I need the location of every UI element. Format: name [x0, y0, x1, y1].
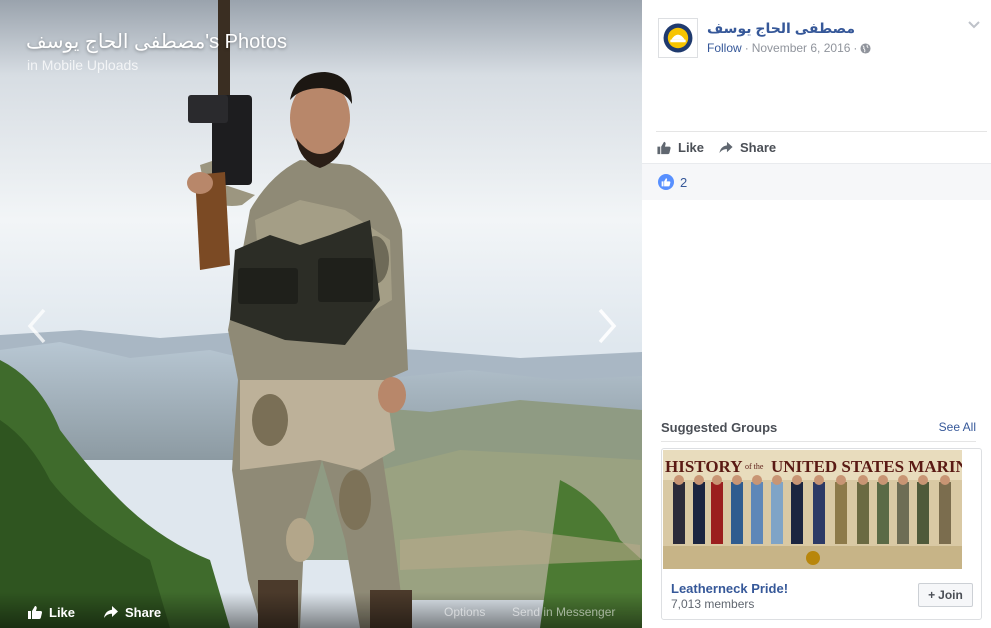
previous-photo-button[interactable]	[22, 306, 52, 346]
send-in-messenger-link[interactable]: Send in Messenger	[512, 605, 615, 619]
globe-icon[interactable]	[860, 42, 871, 54]
like-reaction-icon	[658, 174, 674, 190]
post-like-label: Like	[678, 140, 705, 155]
follow-link[interactable]: Follow	[707, 41, 742, 55]
group-cover-art: HISTORY of the UNITED STATES MARIN	[663, 450, 962, 569]
photo-title-suffix: 's Photos	[205, 31, 287, 53]
join-label: Join	[938, 588, 963, 602]
thumbs-up-icon	[28, 606, 43, 619]
post-share-label: Share	[740, 140, 777, 155]
suggested-group-card: HISTORY of the UNITED STATES MARIN Leath…	[661, 448, 982, 620]
meta-separator-2: ·	[853, 41, 858, 55]
meta-separator: ·	[744, 41, 749, 55]
post-action-bar: Like Share	[656, 131, 987, 163]
thumbs-up-icon	[657, 141, 671, 155]
photo-owner-name[interactable]: مصطفى الحاج يوسف	[26, 31, 205, 53]
group-member-count: 7,013 members	[671, 597, 755, 611]
next-photo-button[interactable]	[592, 306, 622, 346]
banner-title-part-2: of the	[745, 462, 764, 471]
viewer-like-label: Like	[49, 604, 76, 620]
post-options-chevron-icon[interactable]	[967, 20, 981, 30]
photo-title: مصطفى الحاج يوسف's Photos	[26, 29, 287, 54]
options-link[interactable]: Options	[444, 605, 485, 619]
banner-title-part-1: HISTORY	[665, 457, 743, 476]
plus-icon: +	[928, 588, 936, 602]
reaction-count[interactable]: 2	[680, 175, 687, 190]
banner-title-part-3: UNITED STATES MARIN	[771, 457, 962, 476]
group-name-link[interactable]: Leatherneck Pride!	[671, 581, 788, 596]
reactions-summary: 2	[642, 163, 991, 200]
chevron-right-icon	[598, 308, 617, 344]
group-cover-image[interactable]: HISTORY of the UNITED STATES MARIN	[663, 450, 962, 569]
thumbs-up-icon	[661, 178, 671, 187]
share-arrow-icon	[719, 141, 733, 154]
post-like-button[interactable]: Like	[656, 140, 704, 155]
post-share-button[interactable]: Share	[718, 140, 776, 155]
photo-viewer: مصطفى الحاج يوسف's Photos in Mobile Uplo…	[0, 0, 642, 628]
post-date[interactable]: November 6, 2016	[752, 41, 851, 55]
see-all-link[interactable]: See All	[939, 420, 976, 435]
suggested-groups-header: Suggested Groups See All	[661, 420, 976, 442]
post-author-name[interactable]: مصطفى الحاج يوسف	[707, 20, 855, 37]
avatar[interactable]	[658, 18, 698, 58]
chevron-left-icon	[27, 308, 46, 344]
photo-album-label[interactable]: in Mobile Uploads	[27, 57, 138, 73]
viewer-like-button[interactable]: Like	[27, 604, 75, 620]
suggested-groups-title: Suggested Groups	[661, 420, 778, 435]
photo[interactable]	[0, 0, 642, 628]
post-side-panel: مصطفى الحاج يوسف Follow · November 6, 20…	[642, 0, 991, 628]
viewer-share-label: Share	[125, 604, 162, 620]
join-group-button[interactable]: + Join	[918, 583, 973, 607]
share-arrow-icon	[104, 606, 118, 618]
post-meta: Follow · November 6, 2016 ·	[707, 41, 871, 55]
photo-scene	[0, 0, 642, 628]
viewer-share-button[interactable]: Share	[103, 604, 161, 620]
white-helmets-logo-icon	[663, 23, 693, 53]
